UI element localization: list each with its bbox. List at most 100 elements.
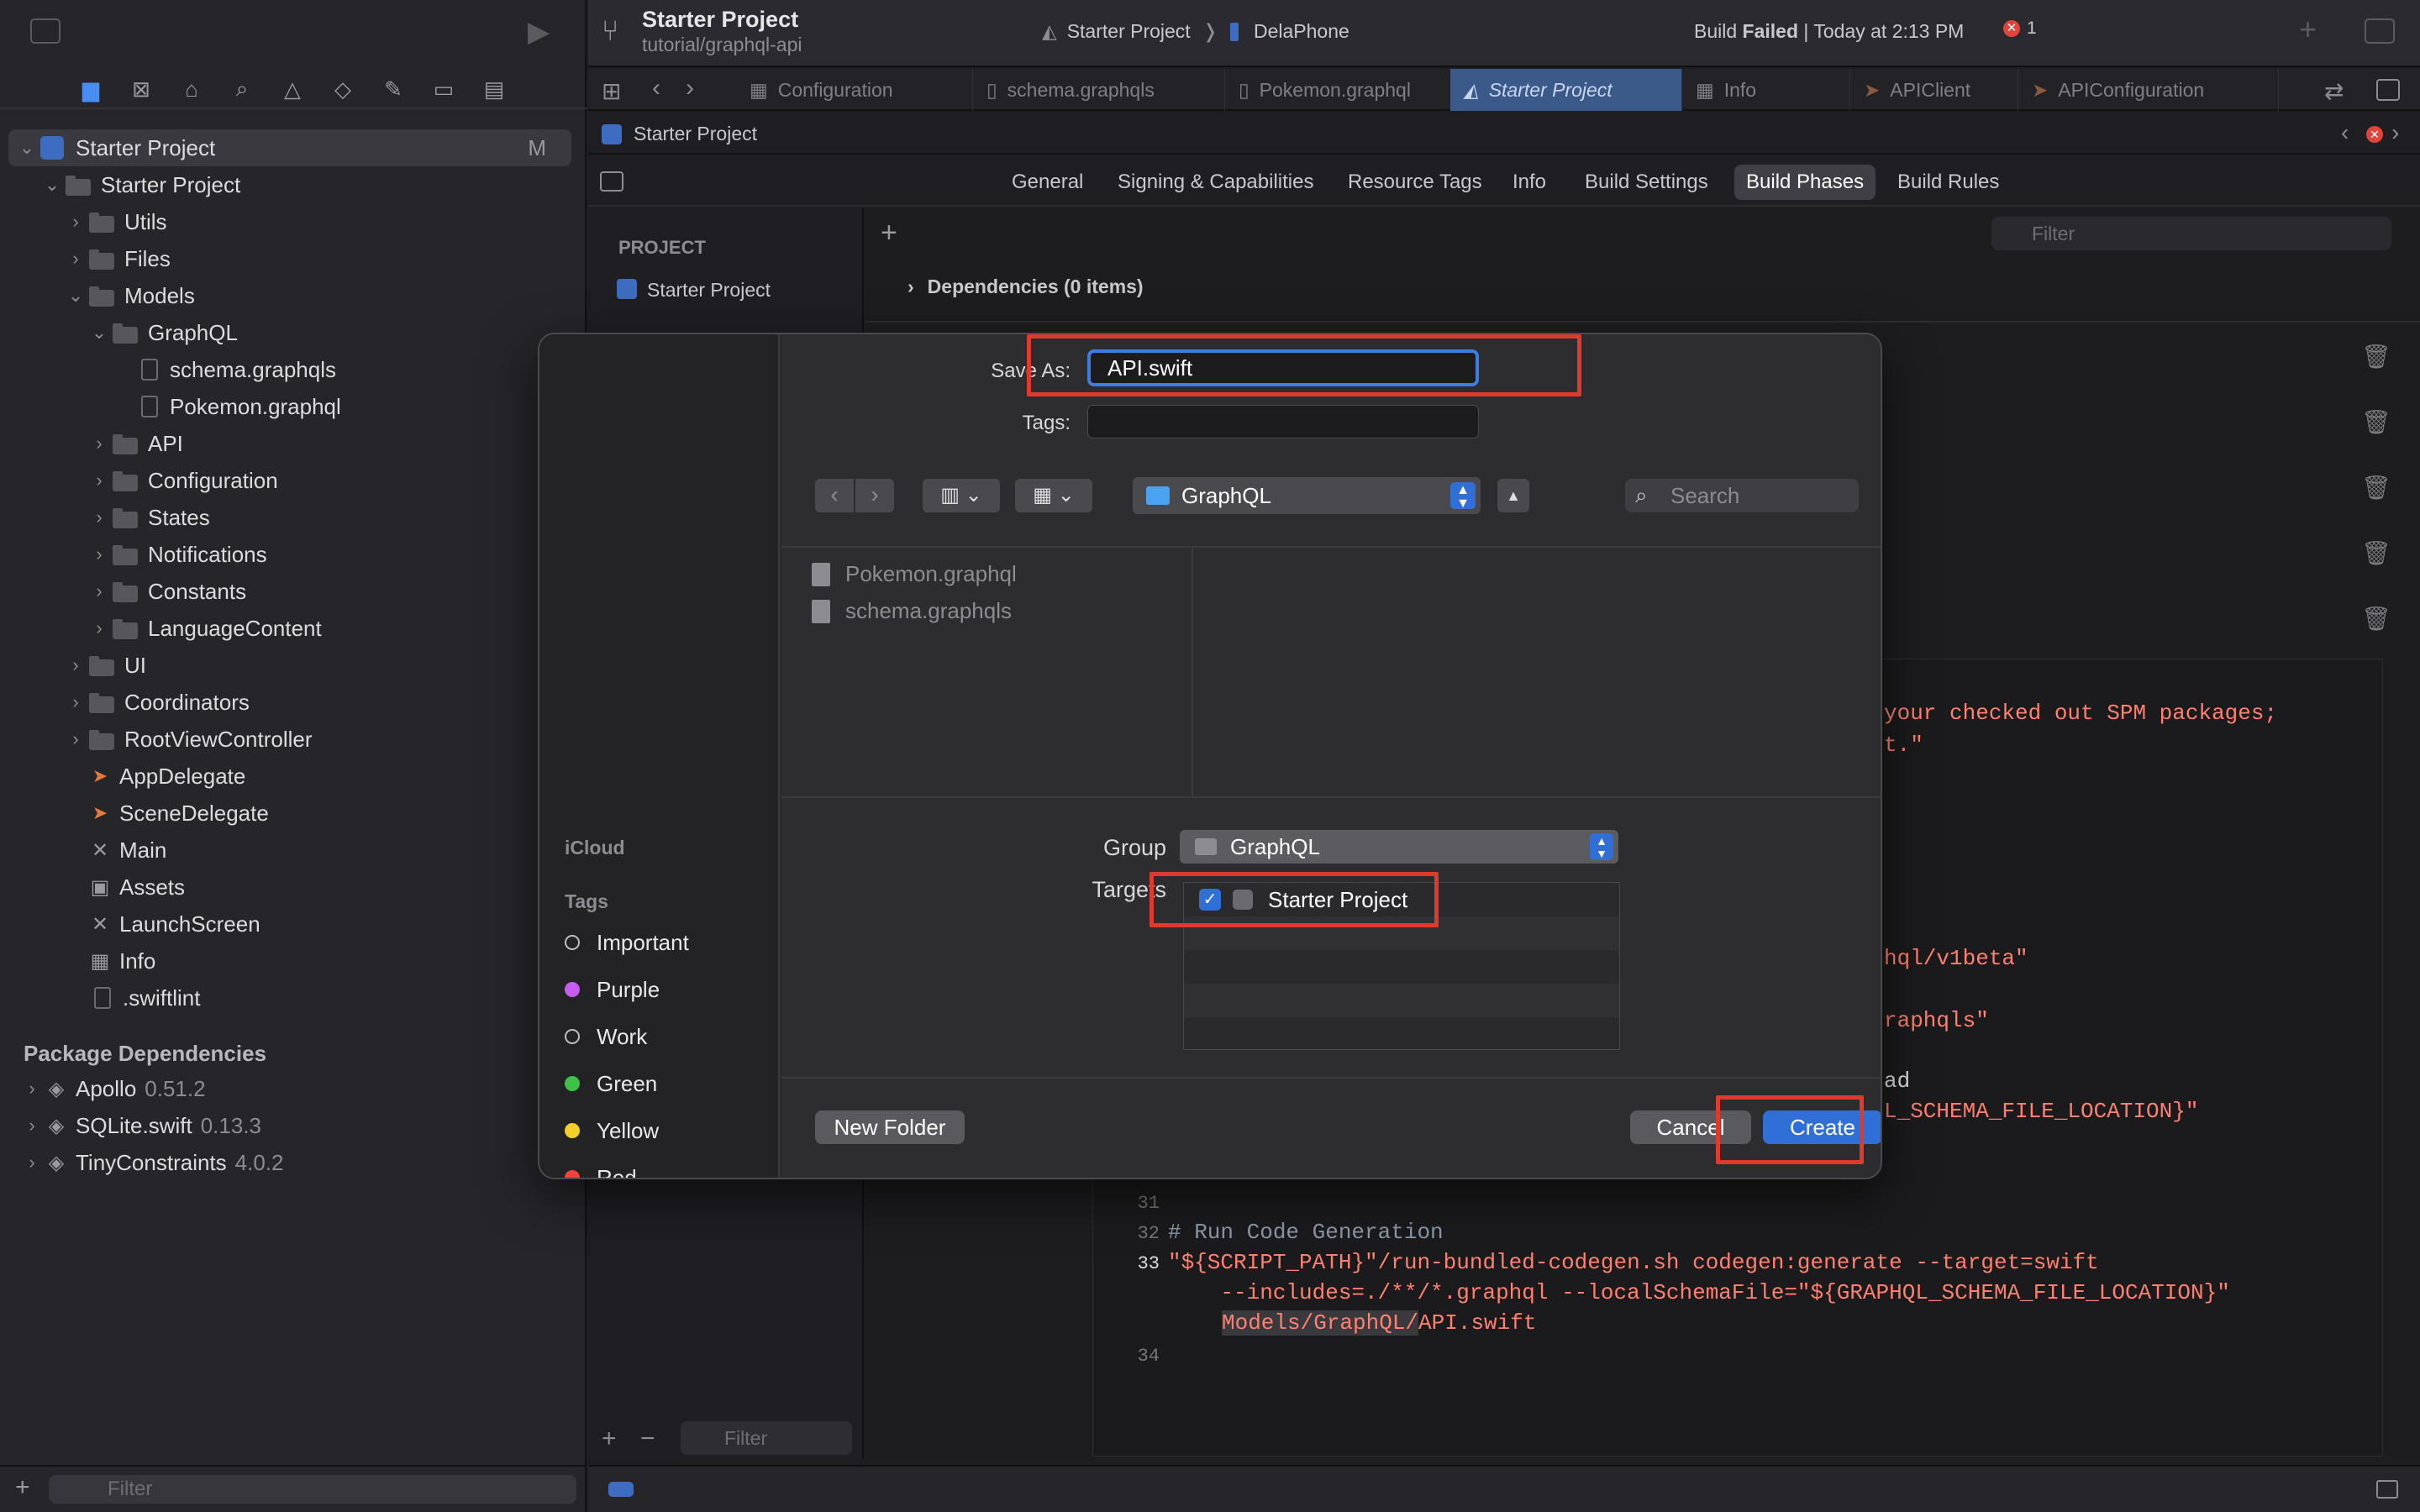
add-library-icon[interactable]: + <box>2299 12 2317 47</box>
inspector-toggle-icon[interactable] <box>2365 18 2395 44</box>
tree-item-launchscreen[interactable]: ✕ LaunchScreen <box>89 906 260 942</box>
tree-item-scenedelegate[interactable]: ➤ SceneDelegate <box>89 795 269 832</box>
package-sqlite[interactable]: › ◈ SQLite.swift 0.13.3 <box>22 1107 261 1144</box>
target-filter-input[interactable]: Filter <box>681 1421 852 1455</box>
next-issue-icon[interactable]: › <box>2391 119 2399 146</box>
add-icon[interactable]: + <box>15 1473 30 1502</box>
tab-signing-capabilities[interactable]: Signing & Capabilities <box>1106 165 1325 200</box>
tab-build-rules[interactable]: Build Rules <box>1886 165 2011 200</box>
tree-item-utils[interactable]: › Utils <box>66 203 166 240</box>
tree-item-files[interactable]: › Files <box>66 240 171 277</box>
swap-icon[interactable]: ⇄ <box>2324 77 2344 105</box>
tags-field[interactable] <box>1087 405 1479 438</box>
split-editor-icon[interactable] <box>2376 79 2400 101</box>
tree-item-languagecontent[interactable]: › LanguageContent <box>89 610 321 647</box>
tree-item-coordinators[interactable]: › Coordinators <box>66 684 250 721</box>
tree-item-schema-graphqls[interactable]: schema.graphqls <box>136 351 336 388</box>
previous-issue-icon[interactable]: ‹ <box>2341 119 2349 146</box>
error-indicator[interactable]: ✕ 1 <box>2003 18 2037 39</box>
tree-root-row[interactable]: ⌄ Starter Project M <box>8 129 571 166</box>
find-icon[interactable]: ⌕ <box>227 74 257 104</box>
project-item[interactable]: Starter Project <box>647 279 771 302</box>
forward-icon[interactable]: › <box>855 479 894 512</box>
tab-apiconfiguration[interactable]: ➤ APIConfiguration <box>2018 69 2279 111</box>
symbol-icon[interactable]: ⌂ <box>176 74 207 104</box>
new-folder-button[interactable]: New Folder <box>815 1110 965 1144</box>
back-icon[interactable]: ‹ <box>815 479 854 512</box>
run-icon[interactable]: ▶ <box>528 15 550 49</box>
tab-schema-graphqls[interactable]: ▯ schema.graphqls <box>973 69 1225 111</box>
sidebar-toggle-icon[interactable] <box>30 18 60 44</box>
tab-starter-project[interactable]: ◭ Starter Project <box>1450 69 1682 111</box>
debug-area-toggle-icon[interactable] <box>2376 1480 2398 1499</box>
add-phase-icon[interactable]: + <box>881 217 897 249</box>
group-view-icon[interactable]: ▦ ⌄ <box>1015 479 1092 512</box>
breakpoint-icon[interactable]: ▭ <box>429 74 459 104</box>
search-field[interactable]: Search <box>1625 479 1859 512</box>
tab-general[interactable]: General <box>1000 165 1095 200</box>
grid-icon[interactable]: ⊞ <box>602 77 621 105</box>
debug-icon[interactable]: ✎ <box>378 74 408 104</box>
column-view-icon[interactable]: ▥ ⌄ <box>923 479 1000 512</box>
tree-item-configuration[interactable]: › Configuration <box>89 462 277 499</box>
tree-item-ui[interactable]: › UI <box>66 647 146 684</box>
trash-icon[interactable]: 🗑 <box>2361 605 2391 633</box>
package-tinyconstraints[interactable]: › ◈ TinyConstraints 4.0.2 <box>22 1144 283 1181</box>
tab-resource-tags[interactable]: Resource Tags <box>1336 165 1494 200</box>
navigator-filter-input[interactable]: Filter <box>49 1475 576 1504</box>
cancel-button[interactable]: Cancel <box>1630 1110 1751 1144</box>
file-row-pokemon-graphql[interactable]: Pokemon.graphql <box>812 561 1017 587</box>
breakpoints-toggle-icon[interactable] <box>608 1482 634 1497</box>
branch-name[interactable]: tutorial/graphql-api <box>642 34 802 56</box>
group-popup[interactable]: GraphQL ▲ ▼ <box>1180 830 1618 864</box>
tag-work[interactable]: Work <box>565 1018 647 1055</box>
tag-yellow[interactable]: Yellow <box>565 1112 659 1149</box>
target-row-starter-project[interactable]: ✓ Starter Project <box>1184 883 1407 916</box>
tab-pokemon-graphql[interactable]: ▯ Pokemon.graphql <box>1225 69 1477 111</box>
trash-icon[interactable]: 🗑 <box>2361 539 2391 567</box>
tag-green[interactable]: Green <box>565 1065 657 1102</box>
forward-icon[interactable]: › <box>686 74 694 102</box>
scheme-selector[interactable]: ◭ Starter Project ❭ DelaPhone <box>1042 20 1349 43</box>
source-control-icon[interactable]: ⊠ <box>126 74 156 104</box>
create-button[interactable]: Create <box>1763 1110 1881 1144</box>
sidebar-toggle-icon[interactable] <box>600 171 623 192</box>
tab-configuration[interactable]: ▦ Configuration <box>736 69 973 111</box>
remove-target-icon[interactable]: − <box>640 1425 655 1453</box>
issue-icon[interactable]: △ <box>277 74 308 104</box>
phase-filter-input[interactable]: Filter <box>1991 217 2391 250</box>
error-icon[interactable]: ✕ <box>2366 126 2383 143</box>
tree-item-api[interactable]: › API <box>89 425 183 462</box>
tree-item-rootviewcontroller[interactable]: › RootViewController <box>66 721 312 758</box>
tab-info[interactable]: ▦ Info <box>1682 69 1850 111</box>
trash-icon[interactable]: 🗑 <box>2361 343 2391 370</box>
collapse-icon[interactable]: ▲ <box>1497 479 1529 512</box>
dependencies-phase[interactable]: › Dependencies (0 items) <box>908 276 1144 298</box>
add-target-icon[interactable]: + <box>602 1425 617 1453</box>
package-apollo[interactable]: › ◈ Apollo 0.51.2 <box>22 1070 205 1107</box>
tab-apiclient[interactable]: ➤ APIClient <box>1850 69 2018 111</box>
save-as-field[interactable]: API.swift <box>1087 349 1479 386</box>
trash-icon[interactable]: 🗑 <box>2361 474 2391 501</box>
tree-item-pokemon-graphql[interactable]: Pokemon.graphql <box>136 388 341 425</box>
tab-info[interactable]: Info <box>1501 165 1558 200</box>
tag-red[interactable]: Red <box>565 1159 637 1178</box>
file-row-schema-graphqls[interactable]: schema.graphqls <box>812 598 1012 624</box>
location-popup[interactable]: GraphQL ▲ ▼ <box>1133 477 1481 514</box>
tag-purple[interactable]: Purple <box>565 971 660 1008</box>
trash-icon[interactable]: 🗑 <box>2361 408 2391 436</box>
folder-icon[interactable]: ▆ <box>76 74 106 104</box>
tree-item-appdelegate[interactable]: ➤ AppDelegate <box>89 758 246 795</box>
test-icon[interactable]: ◇ <box>328 74 358 104</box>
back-icon[interactable]: ‹ <box>652 74 660 102</box>
tag-important[interactable]: Important <box>565 924 689 961</box>
tree-item-models[interactable]: ⌄ Models <box>66 277 195 314</box>
tree-item-states[interactable]: › States <box>89 499 209 536</box>
tree-item-graphql[interactable]: ⌄ GraphQL <box>89 314 238 351</box>
report-icon[interactable]: ▤ <box>479 74 509 104</box>
tree-item-starter-project[interactable]: ⌄ Starter Project <box>42 166 240 203</box>
target-checkbox[interactable]: ✓ <box>1199 889 1221 911</box>
tree-item-info[interactable]: ▦ Info <box>89 942 156 979</box>
tree-item-assets[interactable]: ▣ Assets <box>89 869 185 906</box>
tree-item-main[interactable]: ✕ Main <box>89 832 166 869</box>
